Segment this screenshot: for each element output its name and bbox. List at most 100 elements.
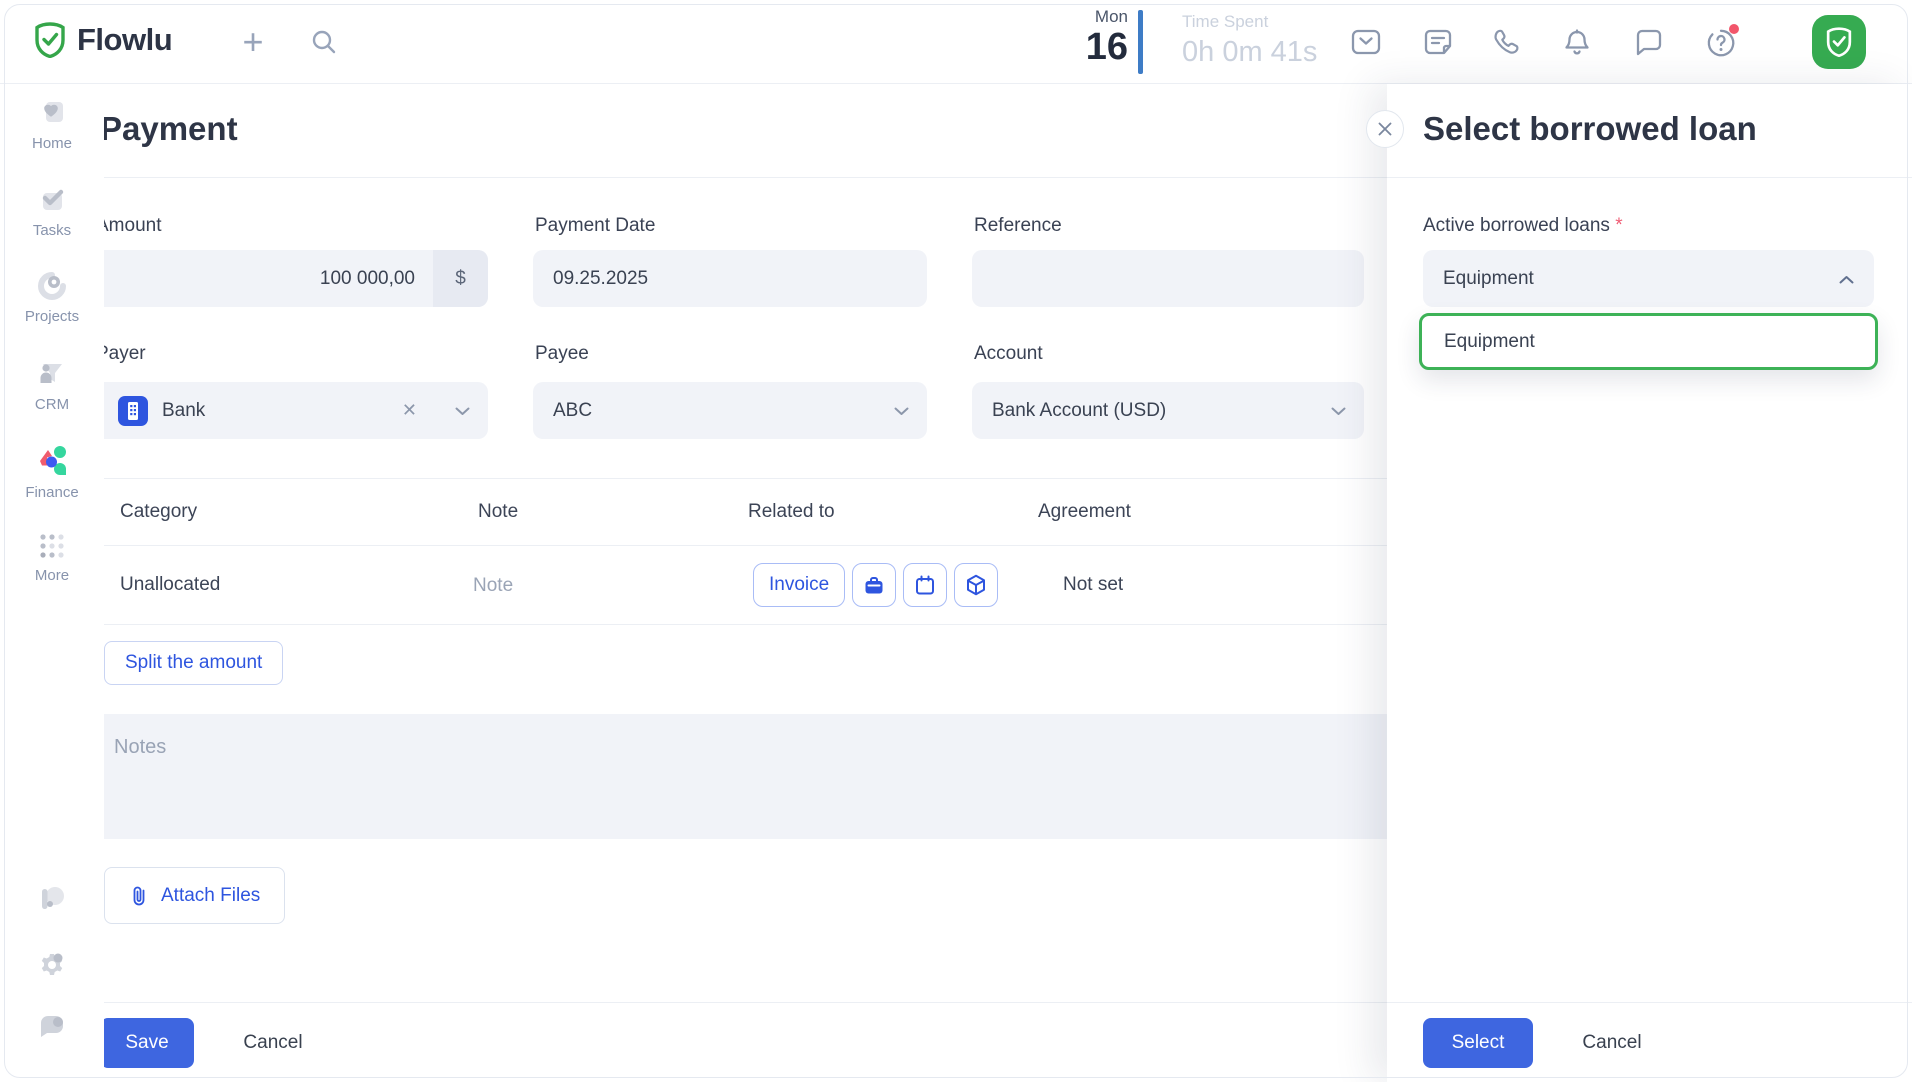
notes-icon[interactable] [1423, 28, 1453, 58]
patreon-icon [37, 901, 67, 918]
weekday-label: Mon [1028, 7, 1128, 27]
table-row: Unallocated Invoice Not set [88, 546, 1387, 625]
select-button[interactable]: Select [1423, 1018, 1533, 1068]
sidebar-item-label: Home [0, 135, 104, 152]
payment-date-label: Payment Date [535, 215, 655, 237]
avatar-shield-icon [1825, 27, 1853, 57]
close-icon [1377, 121, 1393, 137]
close-panel-button[interactable] [1366, 110, 1404, 148]
loan-panel-footer: Select Cancel [1387, 1002, 1912, 1082]
related-to-actions: Invoice [753, 563, 998, 607]
phone-icon[interactable] [1493, 28, 1523, 58]
chevron-down-icon [1331, 400, 1346, 422]
active-loans-label-text: Active borrowed loans [1423, 215, 1610, 236]
sidebar-item-label: Projects [0, 308, 104, 325]
gear-icon [37, 967, 67, 984]
time-spent-widget[interactable]: Time Spent 0h 0m 41s [1182, 12, 1317, 69]
timer-indicator-bar [1138, 10, 1143, 74]
topbar: Flowlu + Mon 16 Time Spent 0h 0m 41s [0, 0, 1912, 84]
briefcase-icon[interactable] [852, 563, 896, 607]
loan-panel-title: Select borrowed loan [1423, 110, 1757, 148]
payer-value: Bank [162, 400, 205, 422]
agreement-value[interactable]: Not set [1063, 574, 1123, 596]
reference-input[interactable] [972, 250, 1364, 307]
payment-footer: Save Cancel [88, 1002, 1387, 1082]
projects-icon [0, 271, 104, 301]
flowlu-shield-icon [34, 22, 66, 58]
feedback-button[interactable] [0, 1012, 104, 1047]
payment-date-value: 09.25.2025 [553, 268, 648, 290]
more-grid-icon [0, 532, 104, 560]
page-title: Payment [100, 110, 238, 148]
amount-input[interactable]: 100 000,00 $ [82, 250, 488, 307]
sidebar-item-tasks[interactable]: Tasks [0, 185, 104, 239]
app-logo[interactable]: Flowlu [34, 22, 172, 58]
time-spent-label: Time Spent [1182, 12, 1317, 32]
active-loans-label: Active borrowed loans * [1423, 215, 1623, 237]
payment-modal-header: Payment [88, 84, 1387, 178]
sidebar-item-finance[interactable]: Finance [0, 445, 104, 501]
brand-name: Flowlu [77, 22, 172, 58]
calendar-date[interactable]: Mon 16 [1028, 7, 1128, 67]
payer-select[interactable]: Bank ✕ [82, 382, 488, 439]
split-amount-button[interactable]: Split the amount [104, 641, 283, 685]
category-value[interactable]: Unallocated [120, 574, 220, 596]
notes-textarea[interactable] [88, 714, 1387, 839]
payee-select[interactable]: ABC [533, 382, 927, 439]
day-number: 16 [1028, 27, 1128, 67]
panel-cancel-button[interactable]: Cancel [1557, 1018, 1667, 1068]
chevron-down-icon [894, 400, 909, 422]
loan-panel-header: Select borrowed loan [1387, 84, 1912, 178]
bell-icon[interactable] [1563, 28, 1593, 58]
bank-icon [118, 396, 148, 426]
invoice-button[interactable]: Invoice [753, 563, 845, 607]
active-loans-select[interactable]: Equipment [1423, 250, 1874, 307]
tasks-icon [0, 185, 104, 215]
account-select[interactable]: Bank Account (USD) [972, 382, 1364, 439]
reference-label: Reference [974, 215, 1062, 237]
create-plus-icon[interactable]: + [236, 18, 270, 66]
payee-value: ABC [553, 400, 592, 422]
attach-files-label: Attach Files [161, 885, 260, 907]
payee-label: Payee [535, 343, 589, 365]
sidebar-item-label: Tasks [0, 222, 104, 239]
cancel-button[interactable]: Cancel [218, 1018, 328, 1068]
sidebar-item-label: Finance [0, 484, 104, 501]
crm-icon [0, 359, 104, 389]
selected-loan-value: Equipment [1443, 268, 1534, 290]
account-label: Account [974, 343, 1043, 365]
search-icon[interactable] [310, 28, 338, 61]
loan-option-equipment[interactable]: Equipment [1419, 313, 1878, 370]
mail-icon[interactable] [1351, 28, 1381, 58]
home-icon [0, 98, 104, 128]
sidebar-item-label: CRM [0, 396, 104, 413]
time-spent-value: 0h 0m 41s [1182, 36, 1317, 69]
sidebar-item-crm[interactable]: CRM [0, 359, 104, 413]
notification-dot [1729, 24, 1739, 34]
package-icon[interactable] [954, 563, 998, 607]
select-loan-panel: Select borrowed loan Active borrowed loa… [1387, 84, 1912, 1082]
sidebar-item-projects[interactable]: Projects [0, 271, 104, 325]
help-icon[interactable] [1706, 28, 1736, 58]
calendar-icon[interactable] [903, 563, 947, 607]
save-button[interactable]: Save [100, 1018, 194, 1068]
chat-icon[interactable] [1634, 28, 1664, 58]
col-agreement: Agreement [1038, 501, 1131, 523]
community-button[interactable] [0, 884, 104, 919]
settings-button[interactable] [0, 950, 104, 985]
col-related-to: Related to [748, 501, 835, 523]
payment-date-input[interactable]: 09.25.2025 [533, 250, 927, 307]
avatar[interactable] [1812, 15, 1866, 69]
required-asterisk: * [1615, 215, 1622, 236]
sidebar-item-home[interactable]: Home [0, 98, 104, 152]
sidebar: Home Tasks Projects CRM Finance More [0, 84, 104, 1082]
sidebar-item-label: More [0, 567, 104, 584]
attach-files-button[interactable]: Attach Files [104, 867, 285, 924]
row-note-input[interactable] [473, 568, 673, 604]
clear-icon[interactable]: ✕ [402, 400, 417, 421]
account-value: Bank Account (USD) [992, 400, 1166, 422]
chevron-down-icon [455, 400, 470, 422]
currency-suffix: $ [433, 250, 488, 307]
sidebar-item-more[interactable]: More [0, 532, 104, 584]
amount-label: Amount [96, 215, 161, 237]
